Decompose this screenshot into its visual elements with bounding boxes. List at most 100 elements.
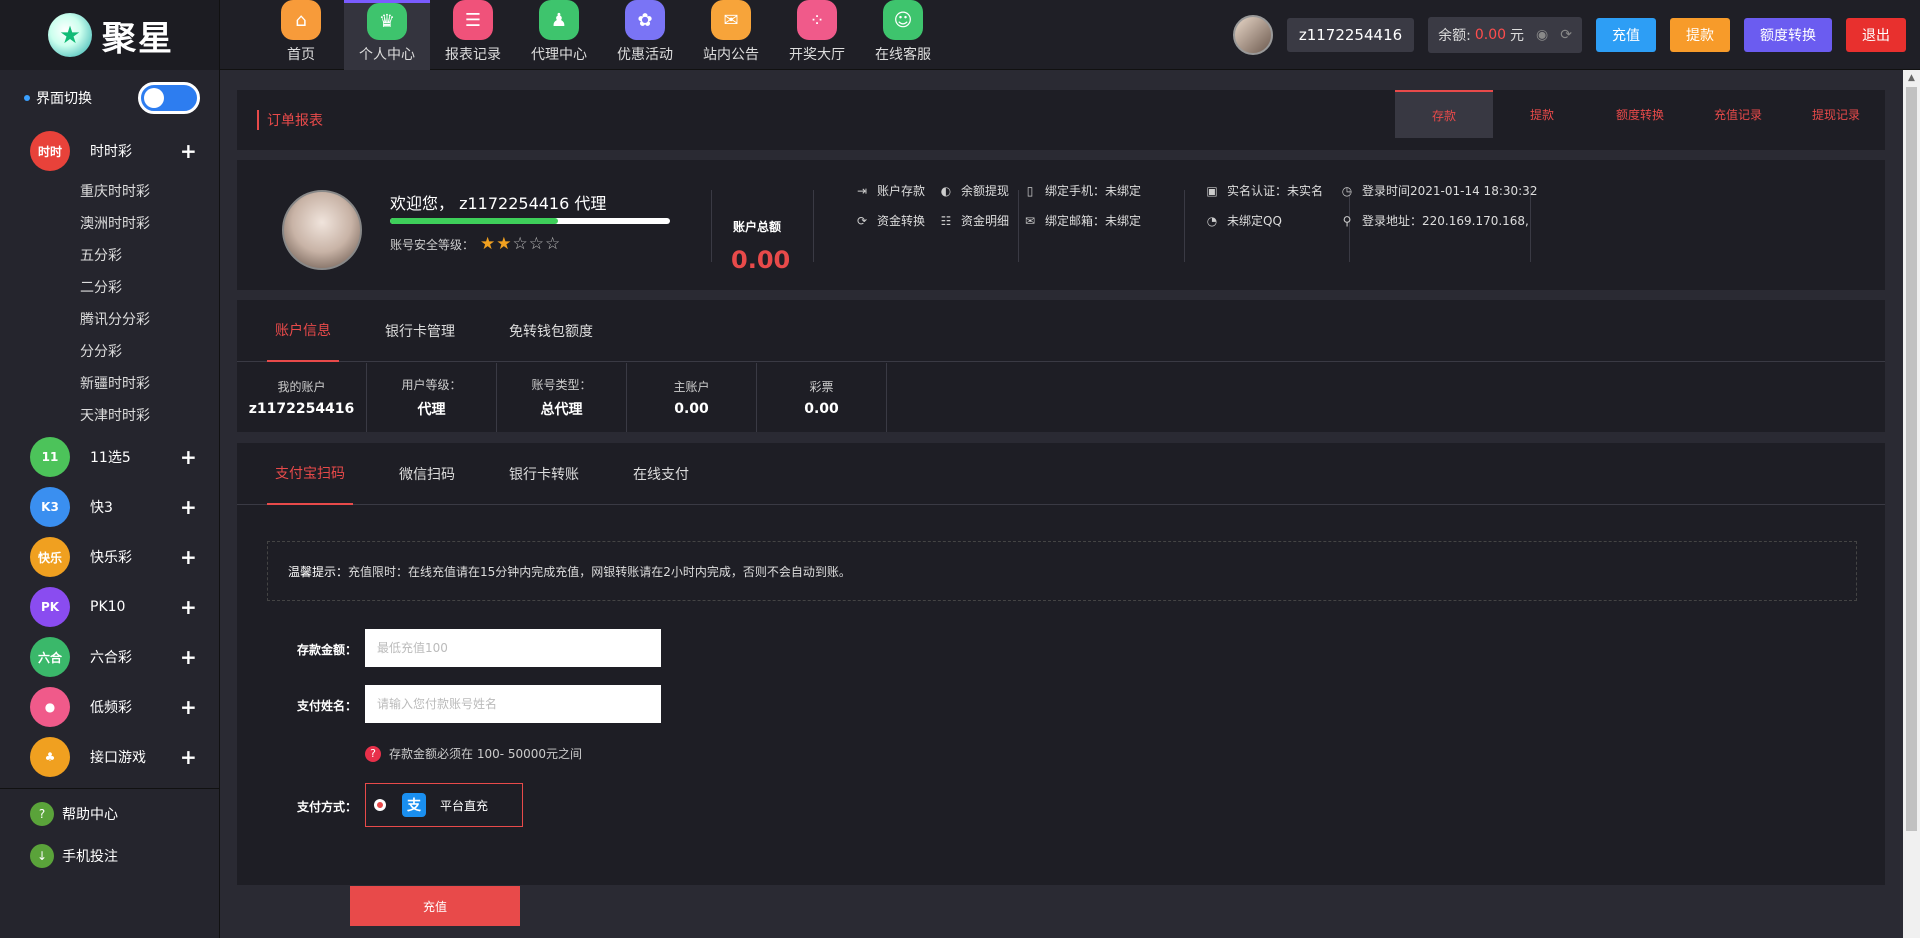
nav-item-2[interactable]: ☰ 报表记录 bbox=[430, 0, 516, 70]
profile-link-0[interactable]: ⇥ 账户存款 bbox=[855, 182, 925, 199]
profile-link-1[interactable]: ◐ 余额提现 bbox=[939, 182, 1009, 199]
logo[interactable]: ★ 聚星 bbox=[0, 0, 220, 70]
sidebar-category-6[interactable]: ● 低频彩 + bbox=[0, 682, 219, 732]
nav-item-1[interactable]: ♛ 个人中心 bbox=[344, 0, 430, 70]
logo-star-icon: ★ bbox=[48, 13, 92, 57]
idcard-icon: ▣ bbox=[1206, 183, 1218, 198]
security-label: 账号安全等级： bbox=[390, 237, 475, 252]
scrollbar[interactable]: ▲ bbox=[1903, 70, 1920, 938]
payer-name-input[interactable] bbox=[365, 685, 661, 723]
order-tab-3[interactable]: 充值记录 bbox=[1689, 90, 1787, 138]
main-nav: ⌂ 首页 ♛ 个人中心 ☰ 报表记录 ♟ 代理中心 ✿ 优惠活动 ✉ 站内公告 ⁘ 开奖大厅 ☺ 在线客服 bbox=[258, 0, 946, 70]
nav-label: 开奖大厅 bbox=[789, 47, 845, 63]
nav-item-4[interactable]: ✿ 优惠活动 bbox=[602, 0, 688, 70]
sidebar-sub-item[interactable]: 澳洲时时彩 bbox=[0, 208, 219, 240]
star-icon: ★ bbox=[480, 234, 497, 254]
sidebar: 界面切换 时时 时时彩 + 重庆时时彩 澳洲时时彩 五分彩 二分彩 腾讯分分彩 分分彩 新疆时时彩… bbox=[0, 70, 220, 938]
category-label: 接口游戏 bbox=[90, 750, 146, 766]
method-label: 支付方式： bbox=[297, 800, 358, 814]
recharge-top-button[interactable]: 充值 bbox=[1596, 18, 1656, 52]
avatar[interactable] bbox=[1232, 15, 1273, 55]
sidebar-sub-item[interactable]: 二分彩 bbox=[0, 272, 219, 304]
nav-label: 代理中心 bbox=[531, 47, 587, 63]
scroll-up-arrow-icon[interactable]: ▲ bbox=[1903, 70, 1920, 87]
sidebar-sub-item[interactable]: 重庆时时彩 bbox=[0, 176, 219, 208]
scrollbar-thumb[interactable] bbox=[1906, 87, 1917, 831]
order-tab-2[interactable]: 额度转换 bbox=[1591, 90, 1689, 138]
sidebar-category-1[interactable]: 11 11选5 + bbox=[0, 432, 219, 482]
account-tab-0[interactable]: 账户信息 bbox=[267, 300, 339, 362]
expand-plus-icon[interactable]: + bbox=[180, 139, 197, 163]
sidebar-sub-item[interactable]: 五分彩 bbox=[0, 240, 219, 272]
expand-plus-icon[interactable]: + bbox=[180, 695, 197, 719]
service-icon: ☺ bbox=[883, 0, 923, 40]
radio-selected[interactable] bbox=[374, 799, 386, 811]
account-tab-1[interactable]: 银行卡管理 bbox=[377, 300, 463, 362]
order-tab-1[interactable]: 提款 bbox=[1493, 90, 1591, 138]
nav-item-3[interactable]: ♟ 代理中心 bbox=[516, 0, 602, 70]
order-tab-0[interactable]: 存款 bbox=[1395, 90, 1493, 138]
sidebar-sub-item[interactable]: 分分彩 bbox=[0, 336, 219, 368]
sidebar-category-5[interactable]: 六合 六合彩 + bbox=[0, 632, 219, 682]
deposit-tab-3[interactable]: 在线支付 bbox=[625, 443, 697, 505]
order-report-title: 订单报表 bbox=[257, 110, 323, 130]
deposit-method-tabs: 支付宝扫码 微信扫码 银行卡转账 在线支付 bbox=[237, 443, 1885, 505]
sidebar-sub-item[interactable]: 天津时时彩 bbox=[0, 400, 219, 432]
home-icon: ⌂ bbox=[281, 0, 321, 40]
sidebar-category-2[interactable]: K3 快3 + bbox=[0, 482, 219, 532]
nav-item-5[interactable]: ✉ 站内公告 bbox=[688, 0, 774, 70]
help-icon: ? bbox=[30, 802, 54, 826]
pay-method-option[interactable]: 支 平台直充 bbox=[365, 783, 523, 827]
deposit-tab-2[interactable]: 银行卡转账 bbox=[501, 443, 587, 505]
expand-plus-icon[interactable]: + bbox=[180, 545, 197, 569]
sidebar-sub-item[interactable]: 腾讯分分彩 bbox=[0, 304, 219, 336]
security-progress-fill bbox=[390, 218, 558, 224]
order-tab-4[interactable]: 提现记录 bbox=[1787, 90, 1885, 138]
expand-plus-icon[interactable]: + bbox=[180, 745, 197, 769]
sidebar-category-7[interactable]: ♣ 接口游戏 + bbox=[0, 732, 219, 782]
sidebar-category-0[interactable]: 时时 时时彩 + bbox=[0, 126, 219, 176]
nav-item-7[interactable]: ☺ 在线客服 bbox=[860, 0, 946, 70]
report-icon: ☰ bbox=[453, 0, 493, 40]
eye-hide-icon[interactable]: ◉ bbox=[1536, 27, 1548, 43]
category-label: 快3 bbox=[90, 500, 113, 516]
expand-plus-icon[interactable]: + bbox=[180, 445, 197, 469]
profile-link-6[interactable]: ▣ 实名认证：未实名 bbox=[1205, 182, 1323, 199]
expand-plus-icon[interactable]: + bbox=[180, 595, 197, 619]
profile-link-3[interactable]: ☷ 资金明细 bbox=[939, 212, 1009, 229]
expand-plus-icon[interactable]: + bbox=[180, 495, 197, 519]
expand-plus-icon[interactable]: + bbox=[180, 645, 197, 669]
profile-link-5[interactable]: ✉ 绑定邮箱：未绑定 bbox=[1023, 212, 1141, 229]
profile-link-label: 登录地址：220.169.170.168, bbox=[1362, 214, 1529, 228]
ui-switch-toggle[interactable] bbox=[138, 82, 200, 114]
cell-value: 0.00 bbox=[674, 401, 709, 417]
profile-link-label: 余额提现 bbox=[961, 184, 1010, 198]
nav-item-0[interactable]: ⌂ 首页 bbox=[258, 0, 344, 70]
gift-icon: ✿ bbox=[625, 0, 665, 40]
profile-link-7[interactable]: ◔ 未绑定QQ bbox=[1205, 212, 1282, 229]
nav-item-6[interactable]: ⁘ 开奖大厅 bbox=[774, 0, 860, 70]
deposit-tab-1[interactable]: 微信扫码 bbox=[391, 443, 463, 505]
profile-link-4[interactable]: ▯ 绑定手机：未绑定 bbox=[1023, 182, 1141, 199]
profile-link-2[interactable]: ⟳ 资金转换 bbox=[855, 212, 925, 229]
divider bbox=[711, 190, 712, 262]
sidebar-bottom-0[interactable]: ? 帮助中心 bbox=[0, 793, 219, 835]
account-tab-2[interactable]: 免转钱包额度 bbox=[501, 300, 601, 362]
transfer-top-button[interactable]: 额度转换 bbox=[1744, 18, 1832, 52]
logout-button[interactable]: 退出 bbox=[1846, 18, 1906, 52]
deposit-tab-0[interactable]: 支付宝扫码 bbox=[267, 443, 353, 505]
sidebar-category-3[interactable]: 快乐 快乐彩 + bbox=[0, 532, 219, 582]
withdraw-top-button[interactable]: 提款 bbox=[1670, 18, 1730, 52]
sidebar-category-4[interactable]: PK PK10 + bbox=[0, 582, 219, 632]
cell-value: 代理 bbox=[417, 402, 446, 418]
refresh-icon[interactable]: ⟳ bbox=[1560, 27, 1572, 43]
amount-label: 存款金额： bbox=[297, 643, 358, 657]
profile-link-9[interactable]: ⚲ 登录地址：220.169.170.168, bbox=[1340, 212, 1529, 229]
balance-display: 余额: 0.00 元 ◉ ⟳ bbox=[1428, 17, 1582, 53]
category-label: 快乐彩 bbox=[90, 550, 132, 566]
amount-input[interactable] bbox=[365, 629, 661, 667]
sidebar-bottom-1[interactable]: ↓ 手机投注 bbox=[0, 835, 219, 877]
profile-link-8[interactable]: ◷ 登录时间2021-01-14 18:30:32 bbox=[1340, 182, 1538, 199]
sidebar-sub-item[interactable]: 新疆时时彩 bbox=[0, 368, 219, 400]
submit-recharge-button[interactable]: 充值 bbox=[350, 886, 520, 926]
